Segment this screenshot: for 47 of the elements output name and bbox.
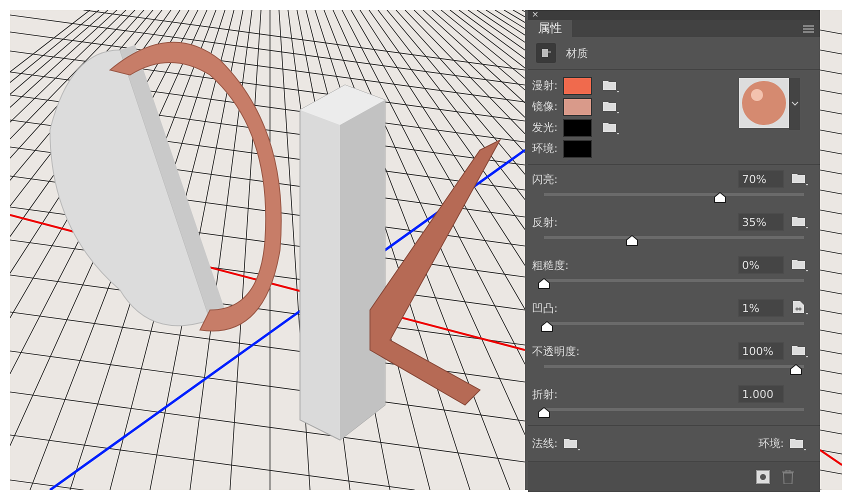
color-label: 环境: xyxy=(532,141,558,156)
value-field[interactable]: 35% xyxy=(738,213,784,231)
folder-icon[interactable] xyxy=(602,100,619,114)
slider-handle[interactable] xyxy=(714,192,726,203)
value-field[interactable]: 1% xyxy=(738,299,784,317)
folder-icon[interactable] xyxy=(564,436,580,450)
value-field[interactable]: 70% xyxy=(738,170,784,188)
close-button[interactable]: × xyxy=(528,10,542,20)
menu-icon[interactable] xyxy=(803,24,814,32)
color-swatch[interactable] xyxy=(562,140,592,158)
value-field[interactable]: 100% xyxy=(738,342,784,360)
material-icon[interactable] xyxy=(536,43,556,63)
color-label: 发光: xyxy=(532,120,558,135)
slider-label: 不透明度: xyxy=(532,344,581,358)
render-icon[interactable] xyxy=(756,470,770,484)
folder-icon[interactable] xyxy=(602,78,619,92)
slider-label: 闪亮: xyxy=(532,172,559,186)
slider-handle[interactable] xyxy=(790,364,802,375)
folder-icon[interactable] xyxy=(602,120,619,134)
caret-icon xyxy=(790,101,798,107)
map-label: 环境: xyxy=(758,436,784,451)
color-label: 漫射: xyxy=(532,78,558,93)
folder-icon[interactable] xyxy=(792,344,808,358)
map-label: 法线: xyxy=(532,436,558,451)
texture-file-icon[interactable] xyxy=(792,301,808,315)
sphere-icon xyxy=(739,78,789,128)
value-field[interactable]: 0% xyxy=(738,256,784,274)
color-swatch[interactable] xyxy=(562,76,592,94)
material-preview[interactable] xyxy=(739,78,800,130)
slider-handle[interactable] xyxy=(540,321,553,332)
folder-icon[interactable] xyxy=(792,215,808,229)
value-field[interactable]: 1.000 xyxy=(738,385,784,403)
color-label: 镜像: xyxy=(532,99,558,114)
folder-icon[interactable] xyxy=(792,258,808,272)
folder-icon[interactable] xyxy=(790,436,806,450)
slider-label: 凹凸: xyxy=(532,300,559,316)
slider-handle[interactable] xyxy=(626,235,638,246)
color-swatch[interactable] xyxy=(562,118,592,136)
slider-label: 反射: xyxy=(532,214,559,230)
slider-label: 粗糙度: xyxy=(532,258,570,272)
color-swatch[interactable] xyxy=(562,98,592,116)
folder-icon[interactable] xyxy=(792,172,808,186)
slider-label: 折射: xyxy=(532,386,559,402)
slider-handle[interactable] xyxy=(538,407,550,418)
slider-handle[interactable] xyxy=(538,278,550,289)
properties-tab[interactable]: 属性 xyxy=(528,20,572,37)
section-title: 材质 xyxy=(566,46,588,60)
